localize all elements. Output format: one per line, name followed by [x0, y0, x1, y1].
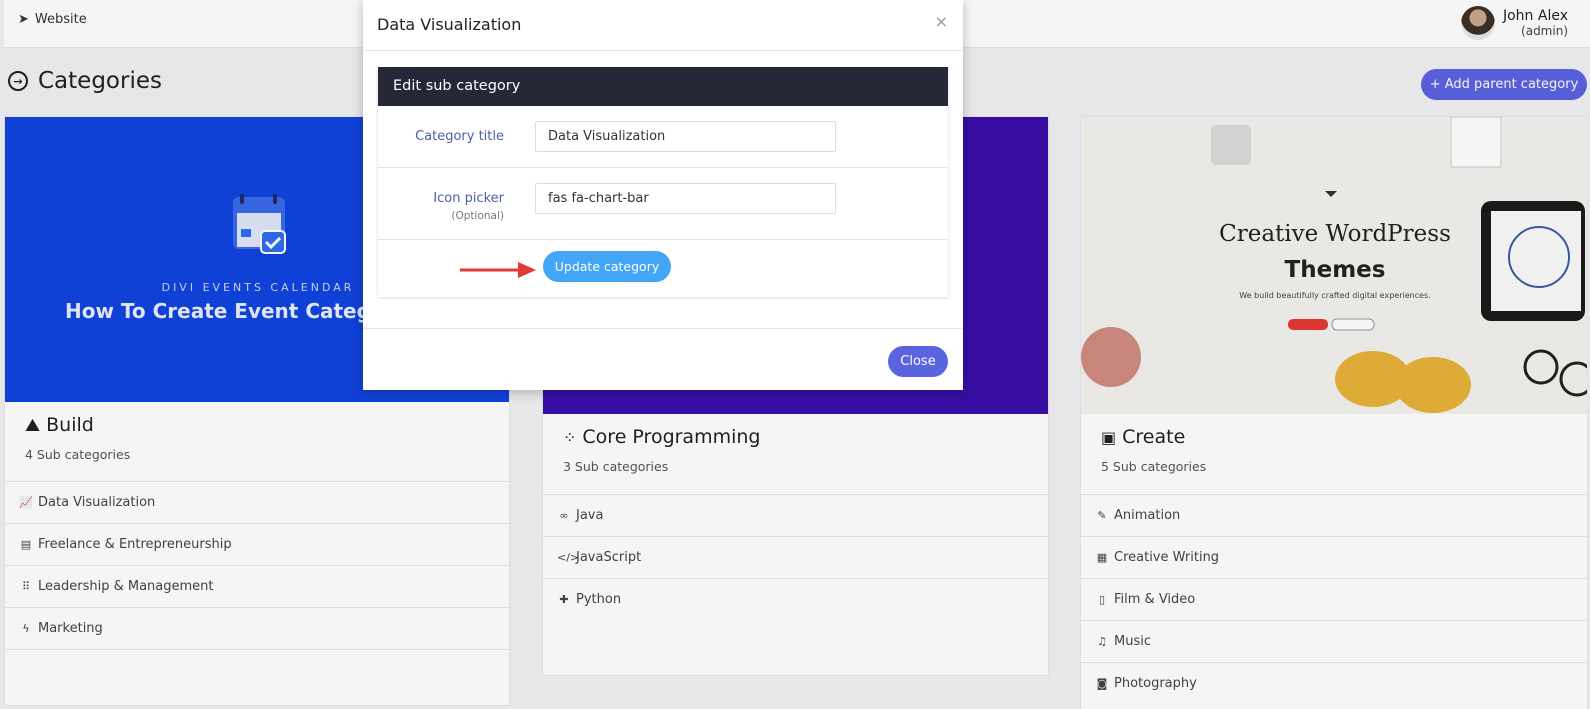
update-category-button[interactable]: Update category	[543, 251, 671, 282]
modal-title: Data Visualization	[377, 15, 522, 34]
icon-picker-label: Icon picker	[433, 191, 504, 206]
modal-footer: Close	[363, 328, 963, 390]
category-title-label: Category title	[415, 129, 504, 144]
close-button[interactable]: Close	[888, 346, 948, 377]
category-title-input[interactable]: Data Visualization	[535, 121, 836, 152]
category-title-row: Category title Data Visualization	[378, 106, 948, 168]
close-icon[interactable]: ×	[935, 12, 948, 31]
panel-header: Edit sub category	[378, 67, 948, 106]
icon-picker-input[interactable]: fas fa-chart-bar	[535, 183, 836, 214]
edit-subcategory-modal: Data Visualization × Edit sub category C…	[363, 0, 963, 390]
icon-picker-optional: (Optional)	[451, 210, 504, 222]
red-arrow-icon	[460, 262, 536, 278]
edit-panel: Edit sub category Category title Data Vi…	[378, 67, 948, 297]
icon-picker-row: Icon picker (Optional) fas fa-chart-bar	[378, 168, 948, 240]
modal-header: Data Visualization ×	[363, 0, 963, 51]
